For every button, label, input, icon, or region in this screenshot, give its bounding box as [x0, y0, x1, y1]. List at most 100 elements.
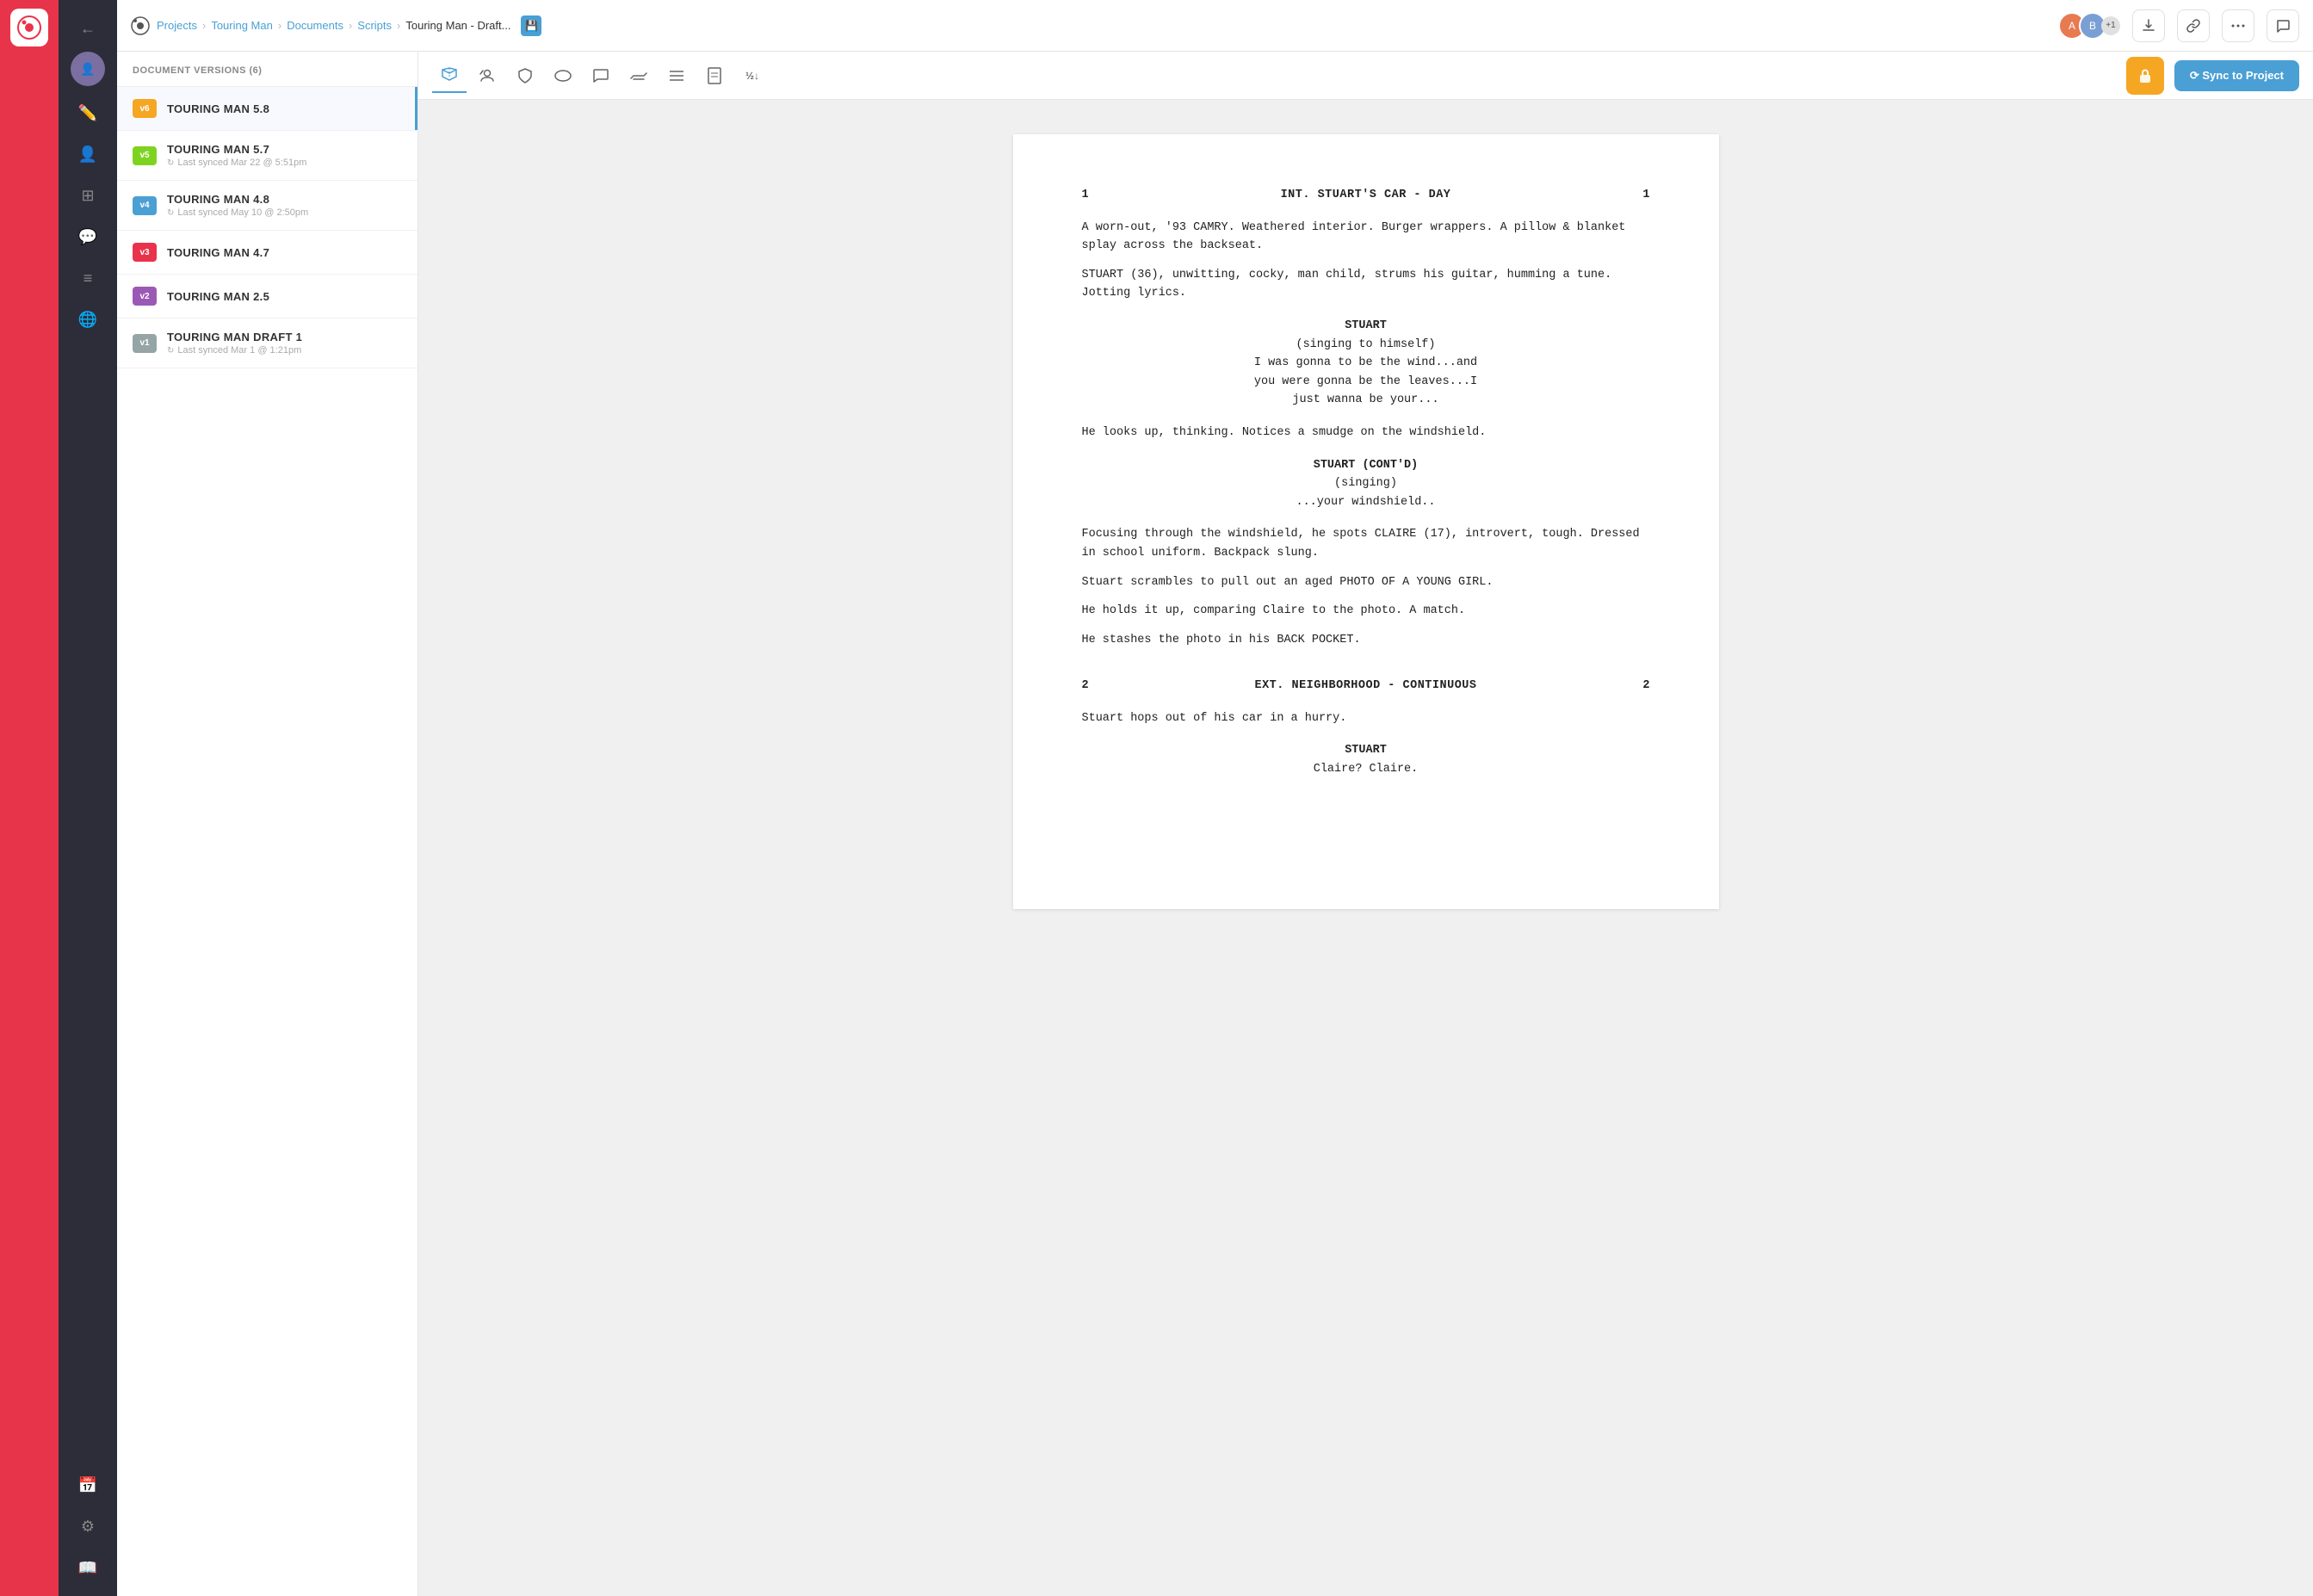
nav-users-icon[interactable]: 👤 — [70, 136, 106, 172]
pages-toolbar-btn[interactable] — [697, 59, 732, 93]
chat-button[interactable] — [2267, 9, 2299, 42]
scene-1-action-6: He holds it up, comparing Claire to the … — [1082, 602, 1650, 621]
save-button[interactable]: 💾 — [521, 15, 541, 36]
version-name-v4: TOURING MAN 4.8 — [167, 193, 402, 206]
versions-panel: DOCUMENT VERSIONS (6) v6 TOURING MAN 5.8… — [117, 52, 418, 1596]
version-sync-v1: ↻ Last synced Mar 1 @ 1:21pm — [167, 345, 402, 356]
sync-icon-v5: ↻ — [167, 158, 174, 168]
breadcrumb: Projects › Touring Man › Documents › Scr… — [157, 19, 510, 32]
version-info-v2: TOURING MAN 2.5 — [167, 290, 402, 303]
breadcrumb-projects[interactable]: Projects — [157, 19, 197, 32]
app-logo[interactable] — [10, 9, 48, 46]
version-item-v1[interactable]: v1 TOURING MAN DRAFT 1 ↻ Last synced Mar… — [117, 319, 417, 368]
version-name-v1: TOURING MAN DRAFT 1 — [167, 331, 402, 343]
scene-1-char-1: STUART — [1082, 317, 1650, 336]
lock-button[interactable] — [2126, 57, 2164, 95]
scene-1-paren-2: (singing) — [1082, 474, 1650, 493]
version-name-v5: TOURING MAN 5.7 — [167, 143, 402, 156]
version-info-v1: TOURING MAN DRAFT 1 ↻ Last synced Mar 1 … — [167, 331, 402, 356]
scene-1-heading-row: 1 INT. STUART'S CAR - DAY 1 — [1082, 186, 1650, 205]
version-sync-v5: ↻ Last synced Mar 22 @ 5:51pm — [167, 158, 402, 168]
script-content: 1 INT. STUART'S CAR - DAY 1 A worn-out, … — [1082, 186, 1650, 779]
nav-globe-icon[interactable]: 🌐 — [70, 301, 106, 337]
breadcrumb-touring-man[interactable]: Touring Man — [211, 19, 273, 32]
version-item-v2[interactable]: v2 TOURING MAN 2.5 — [117, 275, 417, 319]
nav-comments-icon[interactable]: 💬 — [70, 219, 106, 255]
version-badge-v1: v1 — [133, 334, 157, 353]
version-info-v3: TOURING MAN 4.7 — [167, 246, 402, 259]
scene-1-dialogue-1: I was gonna to be the wind...andyou were… — [1211, 354, 1521, 410]
sync-icon-v4: ↻ — [167, 208, 174, 218]
nav-back-icon[interactable]: ← — [70, 10, 106, 46]
scene-1-dialogue-2: ...your windshield.. — [1211, 493, 1521, 512]
versions-header: DOCUMENT VERSIONS (6) — [117, 52, 417, 87]
scene-2-action-1: Stuart hops out of his car in a hurry. — [1082, 709, 1650, 728]
scene-2-page: 2 — [1642, 677, 1649, 696]
version-badge-v5: v5 — [133, 146, 157, 165]
version-item-v5[interactable]: v5 TOURING MAN 5.7 ↻ Last synced Mar 22 … — [117, 131, 417, 181]
characters-toolbar-btn[interactable] — [470, 59, 504, 93]
scene-1-page: 1 — [1642, 186, 1649, 205]
outline-toolbar-btn[interactable] — [659, 59, 694, 93]
notes-toolbar-btn[interactable] — [584, 59, 618, 93]
app-sidebar — [0, 0, 59, 1596]
nav-panels-icon[interactable]: ⊞ — [70, 177, 106, 213]
version-info-v5: TOURING MAN 5.7 ↻ Last synced Mar 22 @ 5… — [167, 143, 402, 168]
nav-calendar-icon[interactable]: 📅 — [70, 1467, 106, 1503]
version-badge-v2: v2 — [133, 287, 157, 306]
scene-1-action-1: A worn-out, '93 CAMRY. Weathered interio… — [1082, 219, 1650, 256]
scene-1-paren-1: (singing to himself) — [1082, 336, 1650, 355]
nav-book-icon[interactable]: 📖 — [70, 1550, 106, 1586]
more-button[interactable] — [2222, 9, 2254, 42]
scene-2-dialogue-1: Claire? Claire. — [1211, 760, 1521, 779]
version-sync-v4: ↻ Last synced May 10 @ 2:50pm — [167, 207, 402, 218]
scene-2-heading-row: 2 EXT. NEIGHBORHOOD - CONTINUOUS 2 — [1082, 677, 1650, 696]
top-header: Projects › Touring Man › Documents › Scr… — [117, 0, 2313, 52]
breakdown-toolbar-btn[interactable] — [508, 59, 542, 93]
revisions-toolbar-btn[interactable] — [622, 59, 656, 93]
version-badge-v3: v3 — [133, 243, 157, 262]
scene-1-char-2: STUART (CONT'D) — [1082, 456, 1650, 475]
download-button[interactable] — [2132, 9, 2165, 42]
compress-toolbar-btn[interactable]: ½↓ — [735, 59, 770, 93]
content-row: DOCUMENT VERSIONS (6) v6 TOURING MAN 5.8… — [117, 52, 2313, 1596]
version-info-v6: TOURING MAN 5.8 — [167, 102, 402, 115]
left-nav: ← 👤 ✏️ 👤 ⊞ 💬 ≡ 🌐 📅 ⚙ 📖 — [59, 0, 117, 1596]
version-badge-v4: v4 — [133, 196, 157, 215]
scene-2-number: 2 — [1082, 677, 1089, 696]
nav-user-avatar[interactable]: 👤 — [71, 52, 105, 86]
breadcrumb-documents[interactable]: Documents — [287, 19, 343, 32]
version-item-v6[interactable]: v6 TOURING MAN 5.8 — [117, 87, 417, 131]
elements-toolbar-btn[interactable] — [546, 59, 580, 93]
script-toolbar: ½↓ ⟳ Sync to Project — [418, 52, 2313, 100]
version-info-v4: TOURING MAN 4.8 ↻ Last synced May 10 @ 2… — [167, 193, 402, 218]
scene-1-action-3: He looks up, thinking. Notices a smudge … — [1082, 424, 1650, 442]
sync-icon-v1: ↻ — [167, 346, 174, 356]
link-button[interactable] — [2177, 9, 2210, 42]
version-item-v3[interactable]: v3 TOURING MAN 4.7 — [117, 231, 417, 275]
version-item-v4[interactable]: v4 TOURING MAN 4.8 ↻ Last synced May 10 … — [117, 181, 417, 231]
versions-list: v6 TOURING MAN 5.8 v5 TOURING MAN 5.7 ↻ … — [117, 87, 417, 1596]
breadcrumb-current: Touring Man - Draft... — [405, 19, 510, 32]
script-page: 1 INT. STUART'S CAR - DAY 1 A worn-out, … — [1013, 134, 1719, 909]
nav-edit-icon[interactable]: ✏️ — [70, 95, 106, 131]
scene-1-action-4: Focusing through the windshield, he spot… — [1082, 525, 1650, 562]
scene-1-action-2: STUART (36), unwitting, cocky, man child… — [1082, 266, 1650, 303]
scenes-toolbar-btn[interactable] — [432, 59, 467, 93]
nav-filter-icon[interactable]: ⚙ — [70, 1508, 106, 1544]
nav-list-icon[interactable]: ≡ — [70, 260, 106, 296]
sync-project-button[interactable]: ⟳ Sync to Project — [2174, 60, 2299, 91]
scene-1-heading: INT. STUART'S CAR - DAY — [1281, 186, 1451, 205]
collaborator-avatars: A B +1 — [2058, 12, 2120, 40]
avatar-count: +1 — [2101, 16, 2120, 35]
script-area: ½↓ ⟳ Sync to Project 1 — [418, 52, 2313, 1596]
version-badge-v6: v6 — [133, 99, 157, 118]
scene-1-action-5: Stuart scrambles to pull out an aged PHO… — [1082, 573, 1650, 592]
main-container: Projects › Touring Man › Documents › Scr… — [117, 0, 2313, 1596]
version-name-v2: TOURING MAN 2.5 — [167, 290, 402, 303]
svg-text:👤: 👤 — [80, 62, 95, 77]
script-scroll[interactable]: 1 INT. STUART'S CAR - DAY 1 A worn-out, … — [418, 100, 2313, 1596]
product-icon — [131, 16, 150, 35]
breadcrumb-scripts[interactable]: Scripts — [357, 19, 392, 32]
scene-1-number: 1 — [1082, 186, 1089, 205]
